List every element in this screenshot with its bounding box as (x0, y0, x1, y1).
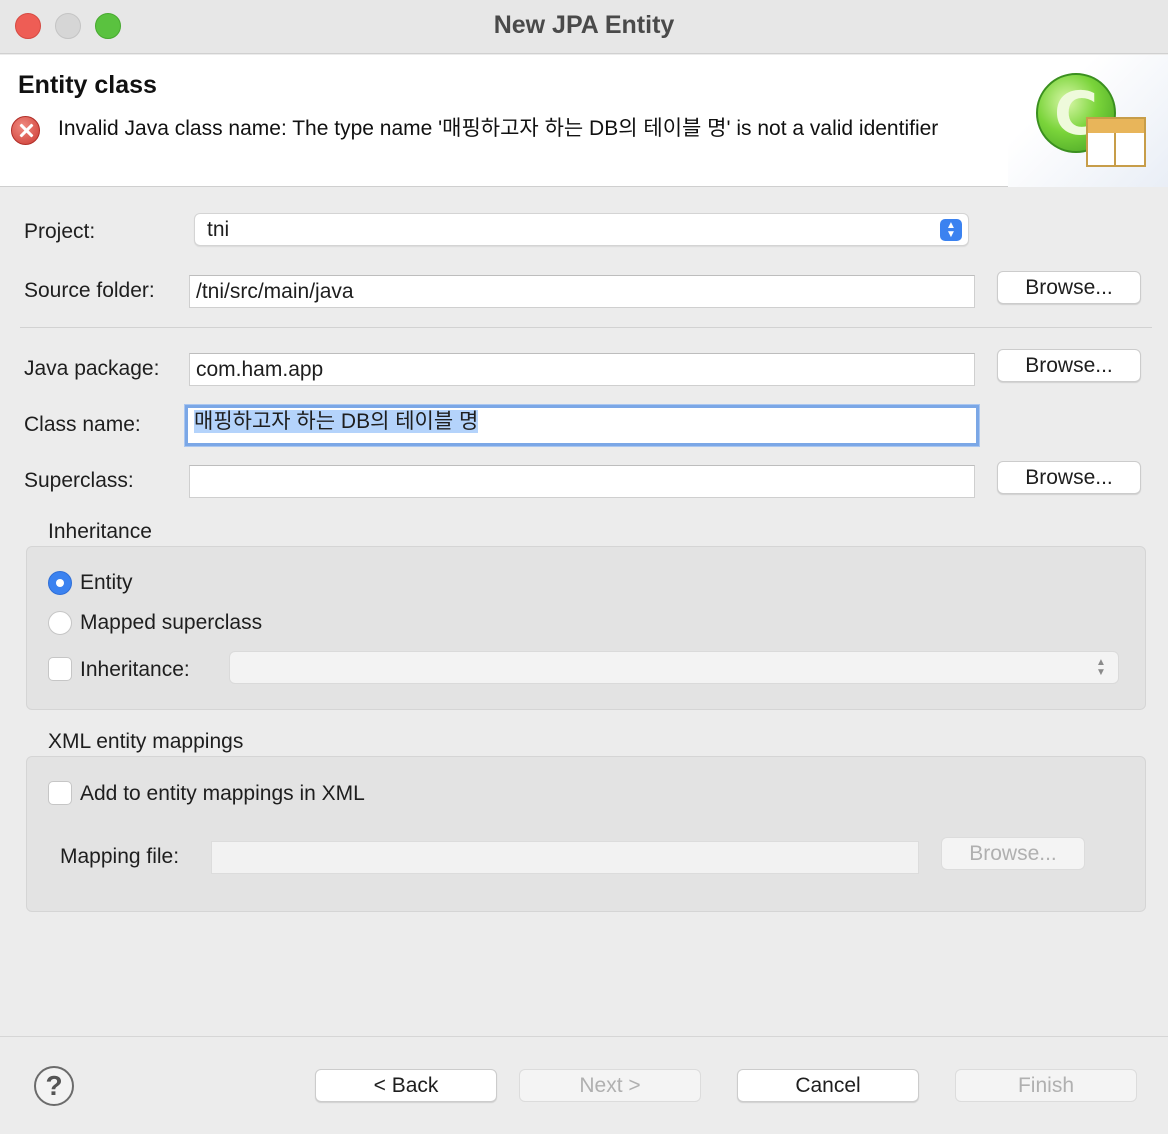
footer-separator (0, 1036, 1168, 1037)
xml-group (26, 756, 1146, 912)
error-message: Invalid Java class name: The type name '… (58, 117, 939, 140)
java-package-browse-button[interactable]: Browse... (997, 349, 1141, 382)
mapped-superclass-radio-label[interactable]: Mapped superclass (80, 611, 262, 635)
java-package-input[interactable]: com.ham.app (189, 353, 975, 386)
wizard-banner: C (1008, 55, 1168, 187)
chevron-updown-icon: ▲ ▼ (940, 219, 962, 241)
class-name-label: Class name: (24, 413, 141, 436)
error-icon (11, 116, 40, 145)
java-package-label: Java package: (24, 357, 160, 380)
entity-radio-label[interactable]: Entity (80, 571, 133, 595)
add-xml-mapping-checkbox[interactable] (48, 781, 72, 805)
xml-group-title: XML entity mappings (48, 730, 244, 753)
superclass-label: Superclass: (24, 469, 134, 492)
cancel-button[interactable]: Cancel (737, 1069, 919, 1102)
next-button[interactable]: Next > (519, 1069, 701, 1102)
source-folder-label: Source folder: (24, 279, 155, 302)
source-folder-input[interactable]: /tni/src/main/java (189, 275, 975, 308)
source-folder-browse-button[interactable]: Browse... (997, 271, 1141, 304)
finish-button[interactable]: Finish (955, 1069, 1137, 1102)
wizard-header: Entity class Invalid Java class name: Th… (0, 55, 1168, 187)
project-value: tni (207, 218, 230, 241)
class-name-value: 매핑하고자 하는 DB의 테이블 명 (194, 410, 479, 433)
class-name-input[interactable]: 매핑하고자 하는 DB의 테이블 명 (185, 405, 979, 446)
superclass-browse-button[interactable]: Browse... (997, 461, 1141, 494)
mapping-file-label: Mapping file: (60, 845, 180, 868)
project-select[interactable]: tni ▲ ▼ (194, 213, 969, 246)
window-title: New JPA Entity (493, 11, 675, 39)
table-icon (1086, 117, 1146, 167)
inheritance-checkbox[interactable] (48, 657, 72, 681)
chevron-updown-icon: ▲ ▼ (1096, 657, 1106, 678)
mapped-superclass-radio[interactable] (48, 611, 72, 635)
mapping-file-input[interactable] (211, 841, 919, 874)
project-label: Project: (24, 220, 96, 243)
title-bar: New JPA Entity (0, 0, 1168, 54)
back-button[interactable]: < Back (315, 1069, 497, 1102)
help-icon[interactable]: ? (34, 1066, 74, 1106)
page-title: Entity class (18, 71, 157, 99)
separator (20, 327, 1152, 328)
entity-radio[interactable] (48, 571, 72, 595)
add-xml-mapping-label[interactable]: Add to entity mappings in XML (80, 782, 365, 806)
mapping-file-browse-button[interactable]: Browse... (941, 837, 1085, 870)
superclass-input[interactable] (189, 465, 975, 498)
inheritance-group-title: Inheritance (48, 520, 152, 543)
inheritance-checkbox-label[interactable]: Inheritance: (80, 658, 190, 682)
inheritance-strategy-select[interactable]: ▲ ▼ (229, 651, 1119, 684)
